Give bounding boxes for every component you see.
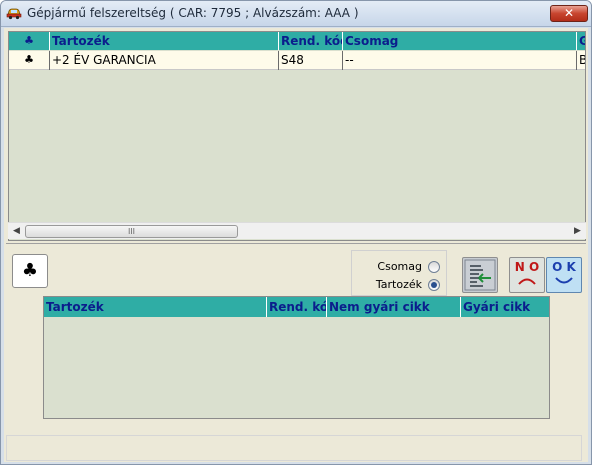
selection-grid[interactable]: Tartozék Rend. kód Nem gyári cikk Gyári …	[43, 296, 550, 419]
radio-csomag-button[interactable]	[428, 261, 440, 273]
ok-face-icon: O K	[552, 260, 577, 284]
client-area: ♣ Tartozék Rend. kód Csomag G ♣ +2 ÉV GA…	[4, 28, 588, 462]
app-window: Gépjármű felszereltség ( CAR: 7795 ; Alv…	[0, 0, 592, 465]
radio-csomag-label: Csomag	[377, 260, 422, 273]
scroll-thumb[interactable]: III	[25, 225, 238, 238]
column-header-nem-gyari-cikk[interactable]: Nem gyári cikk	[327, 297, 461, 317]
close-icon: ✕	[563, 6, 575, 20]
cell-g: B	[577, 51, 585, 70]
ok-text: O K	[552, 260, 576, 274]
no-text: N O	[515, 260, 539, 274]
table-row[interactable]: ♣ +2 ÉV GARANCIA S48 -- B	[9, 51, 585, 70]
window-title: Gépjármű felszereltség ( CAR: 7795 ; Alv…	[27, 6, 359, 20]
club-icon: ♣	[21, 260, 39, 281]
column-header-rend-kod[interactable]: Rend. kód	[279, 32, 343, 50]
close-button[interactable]: ✕	[550, 5, 588, 22]
horizontal-scrollbar[interactable]: ◀ III ▶	[8, 222, 586, 239]
radio-tartozek-label: Tartozék	[375, 278, 422, 291]
column-header-g[interactable]: G	[577, 32, 585, 50]
ok-button[interactable]: O K	[546, 257, 582, 293]
column-header-tartozek-2[interactable]: Tartozék	[44, 297, 267, 317]
status-bar	[6, 435, 582, 461]
cell-tartozek: +2 ÉV GARANCIA	[50, 51, 279, 70]
no-button[interactable]: N O	[509, 257, 545, 293]
column-header-csomag[interactable]: Csomag	[343, 32, 577, 50]
cell-rend-kod: S48	[279, 51, 343, 70]
cell-csomag: --	[343, 51, 577, 70]
equipment-grid-header: ♣ Tartozék Rend. kód Csomag G	[9, 32, 585, 50]
column-header-tartozek[interactable]: Tartozék	[50, 32, 279, 50]
club-column-header-icon[interactable]: ♣	[9, 32, 50, 50]
type-radio-group: Csomag Tartozék	[351, 250, 447, 296]
column-header-gyari-cikk[interactable]: Gyári cikk	[461, 297, 549, 317]
club-button[interactable]: ♣	[12, 254, 48, 288]
row-club-icon: ♣	[9, 51, 50, 70]
list-edit-icon	[464, 259, 496, 291]
divider	[6, 243, 586, 244]
radio-tartozek-button[interactable]	[428, 279, 440, 291]
scroll-right-icon[interactable]: ▶	[569, 223, 586, 240]
column-header-rend-kod-2[interactable]: Rend. kód	[267, 297, 327, 317]
car-icon	[6, 8, 22, 20]
list-edit-button[interactable]	[462, 257, 498, 293]
title-bar[interactable]: Gépjármű felszereltség ( CAR: 7795 ; Alv…	[1, 1, 591, 27]
no-face-icon: N O	[515, 260, 539, 285]
scroll-grip: III	[127, 227, 136, 236]
scroll-left-icon[interactable]: ◀	[8, 223, 25, 240]
equipment-grid[interactable]: ♣ Tartozék Rend. kód Csomag G ♣ +2 ÉV GA…	[8, 31, 586, 241]
selection-grid-header: Tartozék Rend. kód Nem gyári cikk Gyári …	[44, 297, 549, 317]
